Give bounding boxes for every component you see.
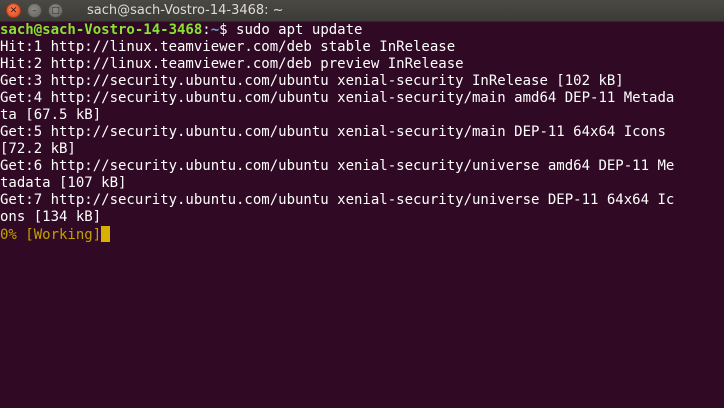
close-window-button[interactable]: ✕: [6, 3, 21, 18]
output-line: Get:6 http://security.ubuntu.com/ubuntu …: [0, 158, 675, 174]
prompt-command: sudo apt update: [236, 22, 363, 38]
prompt-separator: :: [202, 22, 211, 38]
output-line: Get:7 http://security.ubuntu.com/ubuntu …: [0, 192, 675, 208]
output-line: Hit:1 http://linux.teamviewer.com/deb st…: [0, 39, 456, 55]
prompt-user-host: sach@sach-Vostro-14-3468: [0, 22, 203, 38]
window-title: sach@sach-Vostro-14-3468: ~: [87, 3, 284, 18]
output-line: ta [67.5 kB]: [0, 107, 102, 123]
terminal-output[interactable]: sach@sach-Vostro-14-3468:~$ sudo apt upd…: [0, 22, 724, 408]
output-line: Get:4 http://security.ubuntu.com/ubuntu …: [0, 90, 675, 106]
progress-line: 0% [Working]: [0, 226, 724, 243]
prompt-line: sach@sach-Vostro-14-3468:~$ sudo apt upd…: [0, 22, 724, 39]
close-icon: ✕: [9, 6, 18, 16]
maximize-icon: □: [51, 6, 60, 16]
output-line: Hit:2 http://linux.teamviewer.com/deb pr…: [0, 56, 464, 72]
maximize-window-button[interactable]: □: [48, 3, 63, 18]
output-line: ons [134 kB]: [0, 209, 102, 225]
prompt-path: ~: [210, 22, 220, 38]
output-line: Get:5 http://security.ubuntu.com/ubuntu …: [0, 124, 666, 140]
minimize-icon: –: [32, 6, 37, 16]
title-bar[interactable]: ✕ – □ sach@sach-Vostro-14-3468: ~: [0, 0, 724, 22]
output-line: tadata [107 kB]: [0, 175, 127, 191]
minimize-window-button[interactable]: –: [27, 3, 42, 18]
output-line: [72.2 kB]: [0, 141, 76, 157]
output-line: Get:3 http://security.ubuntu.com/ubuntu …: [0, 73, 624, 89]
prompt-symbol: $: [219, 22, 237, 38]
progress-status: 0% [Working]: [0, 227, 102, 243]
text-cursor: [101, 226, 111, 242]
terminal-window: ✕ – □ sach@sach-Vostro-14-3468: ~ sach@s…: [0, 0, 724, 408]
